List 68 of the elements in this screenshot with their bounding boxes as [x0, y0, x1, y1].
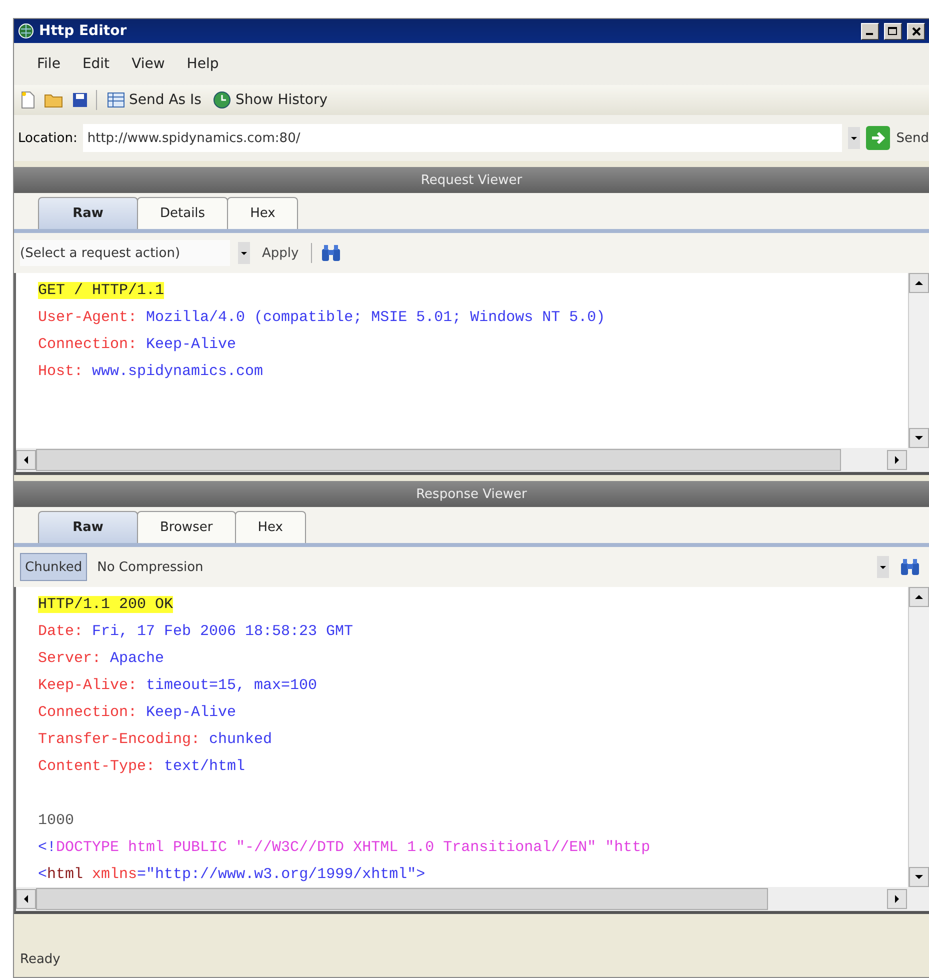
save-icon[interactable]	[72, 92, 88, 108]
code-line: Connection: Keep-Alive	[38, 703, 238, 723]
code-line: Content-Type: text/html	[38, 757, 246, 777]
tab[interactable]: Hex	[227, 197, 298, 229]
menu-item[interactable]: View	[122, 56, 174, 72]
code-line: 1000	[38, 811, 76, 831]
code-line: <html xmlns="http://www.w3.org/1999/xhtml">	[38, 865, 426, 885]
apply-button[interactable]: Apply	[258, 246, 303, 260]
table-icon	[107, 92, 125, 108]
vertical-scrollbar[interactable]	[908, 273, 929, 448]
location-label: Location:	[18, 130, 78, 146]
show-history-button[interactable]: Show History	[211, 91, 330, 109]
maximize-icon	[888, 26, 898, 36]
code-line: Date: Fri, 17 Feb 2006 18:58:23 GMT	[38, 622, 354, 642]
send-as-is-button[interactable]: Send As Is	[105, 92, 204, 108]
left-arrow-icon[interactable]	[22, 456, 30, 464]
scroll-thumb[interactable]	[36, 888, 768, 910]
code-line: User-Agent: Mozilla/4.0 (compatible; MSIE 5.01; Windows NT 5.0)	[38, 308, 606, 328]
menu-item[interactable]: Help	[178, 56, 228, 72]
caret-icon[interactable]	[879, 563, 887, 571]
dropdown-button[interactable]	[238, 242, 250, 264]
tab[interactable]: Browser	[137, 511, 236, 543]
window-title: Http Editor	[39, 23, 128, 39]
down-arrow-icon[interactable]	[915, 434, 923, 442]
dropdown-button[interactable]	[877, 556, 889, 578]
up-arrow-icon[interactable]	[915, 279, 923, 287]
folder-icon[interactable]	[44, 92, 64, 108]
menu-item[interactable]: Edit	[73, 56, 119, 72]
text-editor[interactable]: GET / HTTP/1.1 User-Agent: Mozilla/4.0 (compatible; MSIE 5.01; Windows NT 5.0) Connection: Keep-Alive Host: www.spidynamics.com	[14, 273, 929, 448]
dropdown-button[interactable]	[848, 127, 860, 149]
close-icon	[912, 26, 920, 36]
tab[interactable]: Raw	[38, 197, 138, 229]
horizontal-scrollbar[interactable]	[14, 887, 929, 914]
new-file-icon[interactable]	[20, 91, 36, 109]
minimize-button[interactable]	[861, 22, 879, 40]
tab[interactable]: Hex	[234, 511, 306, 543]
menu-item[interactable]: File	[28, 56, 70, 72]
scroll-thumb[interactable]	[36, 449, 842, 471]
code-line: Server: Apache	[38, 649, 166, 669]
compression-dropdown[interactable]: No Compression	[97, 560, 867, 574]
send-button[interactable]: Send	[866, 126, 929, 150]
code-line: Host: www.spidynamics.com	[38, 362, 264, 382]
maximize-button[interactable]	[884, 22, 902, 40]
caret-icon[interactable]	[850, 134, 858, 142]
down-arrow-icon[interactable]	[915, 873, 923, 881]
up-arrow-icon[interactable]	[915, 593, 923, 601]
request-action-dropdown[interactable]: (Select a request action)	[20, 240, 230, 266]
caret-icon[interactable]	[240, 249, 248, 257]
right-arrow-icon[interactable]	[893, 456, 901, 464]
code-line: Connection: Keep-Alive	[38, 335, 238, 355]
clock-icon	[213, 91, 232, 109]
code-line: Keep-Alive: timeout=15, max=100	[38, 676, 318, 696]
horizontal-scrollbar[interactable]	[14, 448, 929, 475]
location-field[interactable]: http://www.spidynamics.com:80/	[83, 124, 842, 152]
viewer-header: Request Viewer	[14, 167, 929, 193]
tab[interactable]: Details	[137, 197, 228, 229]
chunked-toggle[interactable]: Chunked	[20, 553, 88, 581]
viewer-header: Response Viewer	[14, 481, 929, 507]
right-arrow-icon[interactable]	[893, 895, 901, 903]
globe-icon	[18, 23, 34, 39]
code-line: Transfer-Encoding: chunked	[38, 730, 274, 750]
close-button[interactable]	[907, 22, 925, 40]
binoculars-icon[interactable]	[320, 244, 342, 262]
binoculars-icon[interactable]	[899, 558, 921, 576]
left-arrow-icon[interactable]	[22, 895, 30, 903]
vertical-scrollbar[interactable]	[908, 587, 929, 887]
code-line: <!DOCTYPE html PUBLIC "-//W3C//DTD XHTML 1.0 Transitional//EN" "http	[38, 838, 652, 858]
tab[interactable]: Raw	[38, 511, 138, 543]
